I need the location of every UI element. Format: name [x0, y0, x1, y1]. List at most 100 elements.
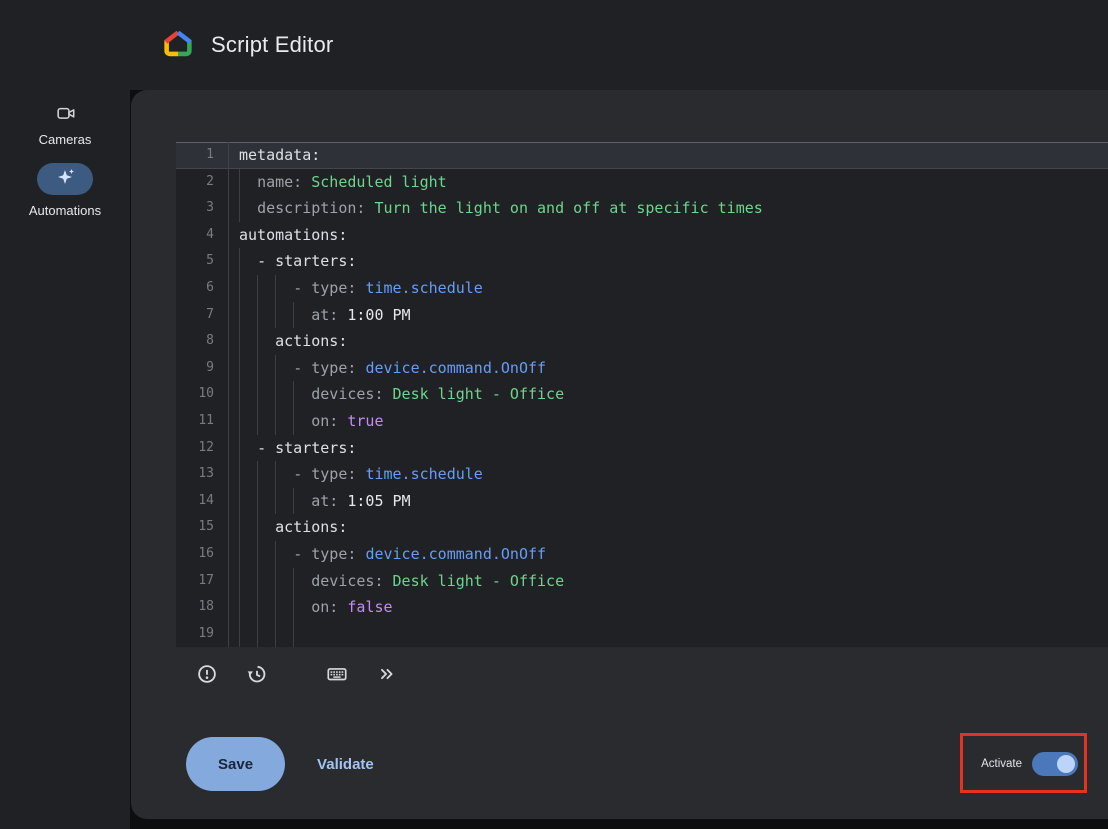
indent-guides [239, 355, 293, 382]
save-button[interactable]: Save [186, 737, 285, 791]
code-text: metadata: [228, 142, 1108, 169]
line-number: 8 [176, 328, 228, 355]
line-number: 7 [176, 302, 228, 329]
active-nav-pill [37, 163, 93, 195]
editor-line[interactable]: 6 - type: time.schedule [176, 275, 1108, 302]
code-text: on: false [228, 594, 1108, 621]
code-text: on: true [228, 408, 1108, 435]
indent-guides [239, 408, 311, 435]
problems-icon [196, 663, 218, 685]
google-home-logo [163, 29, 193, 62]
editor-line[interactable]: 12 - starters: [176, 435, 1108, 462]
history-button[interactable] [239, 656, 275, 692]
indent-guides [239, 275, 293, 302]
editor-line[interactable]: 7 at: 1:00 PM [176, 302, 1108, 329]
line-number: 6 [176, 275, 228, 302]
line-number: 14 [176, 488, 228, 515]
code-text: automations: [228, 222, 1108, 249]
indent-guides [239, 461, 293, 488]
line-number: 3 [176, 195, 228, 222]
editor-line[interactable]: 13 - type: time.schedule [176, 461, 1108, 488]
editor-line[interactable]: 9 - type: device.command.OnOff [176, 355, 1108, 382]
code-text: devices: Desk light - Office [228, 568, 1108, 595]
code-text: - type: time.schedule [228, 275, 1108, 302]
line-number: 15 [176, 514, 228, 541]
line-number: 18 [176, 594, 228, 621]
history-icon [246, 663, 268, 685]
editor-line[interactable]: 14 at: 1:05 PM [176, 488, 1108, 515]
line-number: 17 [176, 568, 228, 595]
line-number: 12 [176, 435, 228, 462]
editor-footer: Save Validate Activate [186, 737, 1078, 791]
indent-guides [239, 435, 257, 462]
sidebar-item-cameras[interactable]: Cameras [39, 100, 92, 147]
line-number: 11 [176, 408, 228, 435]
code-text: - type: device.command.OnOff [228, 355, 1108, 382]
editor-line[interactable]: 16 - type: device.command.OnOff [176, 541, 1108, 568]
sidebar: Cameras Automations [0, 90, 130, 829]
validate-button[interactable]: Validate [317, 756, 374, 773]
indent-guides [239, 195, 257, 222]
code-text: - type: time.schedule [228, 461, 1108, 488]
indent-guides [239, 169, 257, 196]
activate-label: Activate [981, 758, 1022, 770]
code-text [228, 621, 1108, 648]
editor-line[interactable]: 4automations: [176, 222, 1108, 249]
indent-guides [239, 594, 311, 621]
sidebar-item-label: Automations [29, 203, 101, 218]
line-number: 5 [176, 248, 228, 275]
indent-guides [239, 621, 311, 648]
line-number: 19 [176, 621, 228, 648]
line-number: 16 [176, 541, 228, 568]
script-editor-card: 1metadata:2 name: Scheduled light3 descr… [131, 90, 1108, 819]
editor-line[interactable]: 11 on: true [176, 408, 1108, 435]
keyboard-icon [326, 663, 348, 685]
code-editor[interactable]: 1metadata:2 name: Scheduled light3 descr… [176, 142, 1108, 647]
editor-line[interactable]: 15 actions: [176, 514, 1108, 541]
editor-line[interactable]: 19 [176, 621, 1108, 648]
indent-guides [239, 328, 275, 355]
toggle-knob [1057, 755, 1075, 773]
code-text: name: Scheduled light [228, 169, 1108, 196]
keyboard-button[interactable] [319, 656, 355, 692]
double-chevron-icon [376, 663, 398, 685]
line-number: 13 [176, 461, 228, 488]
editor-line[interactable]: 8 actions: [176, 328, 1108, 355]
activate-control: Activate [981, 752, 1078, 776]
code-text: at: 1:05 PM [228, 488, 1108, 515]
line-number: 10 [176, 381, 228, 408]
editor-line[interactable]: 5 - starters: [176, 248, 1108, 275]
line-number: 9 [176, 355, 228, 382]
more-tools-button[interactable] [369, 656, 405, 692]
activate-toggle[interactable] [1032, 752, 1078, 776]
page-title: Script Editor [211, 32, 333, 58]
indent-guides [239, 541, 293, 568]
code-text: at: 1:00 PM [228, 302, 1108, 329]
code-text: - starters: [228, 435, 1108, 462]
line-number: 1 [176, 142, 228, 169]
code-lines: 1metadata:2 name: Scheduled light3 descr… [176, 142, 1108, 647]
editor-line[interactable]: 3 description: Turn the light on and off… [176, 195, 1108, 222]
automation-icon [55, 167, 75, 192]
line-number: 4 [176, 222, 228, 249]
code-text: - type: device.command.OnOff [228, 541, 1108, 568]
editor-line[interactable]: 18 on: false [176, 594, 1108, 621]
editor-toolbar [189, 656, 1108, 692]
code-text: description: Turn the light on and off a… [228, 195, 1108, 222]
indent-guides [239, 248, 257, 275]
indent-guides [239, 381, 311, 408]
indent-guides [239, 568, 311, 595]
problems-button[interactable] [189, 656, 225, 692]
editor-line[interactable]: 1metadata: [176, 142, 1108, 169]
code-text: actions: [228, 328, 1108, 355]
camera-icon [56, 100, 75, 124]
code-text: - starters: [228, 248, 1108, 275]
indent-guides [239, 488, 311, 515]
editor-line[interactable]: 17 devices: Desk light - Office [176, 568, 1108, 595]
code-text: devices: Desk light - Office [228, 381, 1108, 408]
editor-line[interactable]: 2 name: Scheduled light [176, 169, 1108, 196]
editor-line[interactable]: 10 devices: Desk light - Office [176, 381, 1108, 408]
line-number: 2 [176, 169, 228, 196]
code-text: actions: [228, 514, 1108, 541]
sidebar-item-automations[interactable]: Automations [29, 163, 101, 218]
